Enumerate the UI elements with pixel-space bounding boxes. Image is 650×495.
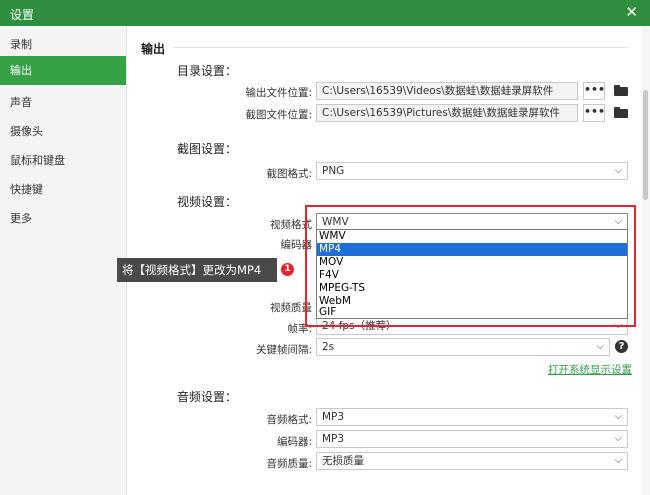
- chevron-down-icon: ⌵: [596, 341, 604, 352]
- sidebar-item-mouse-keyboard[interactable]: 鼠标和键盘: [0, 146, 126, 175]
- output-location-field[interactable]: C:\Users\16539\Videos\数据蛙\数据蛙录屏软件: [316, 82, 578, 100]
- chevron-down-icon: ⌵: [614, 320, 622, 331]
- screenshot-folder-icon[interactable]: [614, 107, 628, 118]
- sidebar: 录制 输出 声音 摄像头 鼠标和键盘 快捷键 更多: [0, 26, 127, 495]
- audio-format-select[interactable]: MP3 ⌵: [316, 408, 628, 426]
- screenshot-browse-button[interactable]: •••: [583, 104, 605, 122]
- scrollbar-thumb[interactable]: [643, 90, 648, 200]
- screenshot-location-field[interactable]: C:\Users\16539\Pictures\数据蛙\数据蛙录屏软件: [316, 104, 578, 122]
- keyframe-value: 2s: [322, 341, 335, 353]
- format-option-wmv[interactable]: WMV: [317, 230, 627, 243]
- sidebar-item-sound[interactable]: 声音: [0, 88, 126, 117]
- sidebar-item-output[interactable]: 输出: [0, 56, 126, 85]
- format-option-mov[interactable]: MOV: [317, 256, 627, 269]
- sidebar-item-record[interactable]: 录制: [0, 30, 126, 59]
- chevron-down-icon: ⌵: [614, 455, 622, 466]
- audio-format-value: MP3: [322, 411, 345, 423]
- keyframe-select[interactable]: 2s ⌵: [316, 338, 610, 356]
- video-quality-label: 视频质量: [270, 302, 312, 314]
- encoder-label: 编码器: [280, 239, 313, 251]
- audio-quality-select[interactable]: 无损质量 ⌵: [316, 452, 628, 470]
- format-option-gif[interactable]: GIF: [317, 306, 627, 319]
- vertical-scrollbar[interactable]: [641, 26, 650, 495]
- video-format-value: WMV: [322, 216, 349, 228]
- format-option-mp4[interactable]: MP4: [317, 243, 627, 256]
- window-title: 设置: [10, 8, 35, 22]
- video-format-label: 视频格式: [270, 219, 312, 231]
- chevron-down-icon: ⌵: [614, 433, 622, 444]
- format-option-f4v[interactable]: F4V: [317, 269, 627, 282]
- section-divider: [173, 47, 628, 48]
- screenshot-format-label: 截图格式:: [266, 168, 312, 180]
- output-location-label: 输出文件位置:: [245, 87, 312, 99]
- audio-encoder-value: MP3: [322, 433, 345, 445]
- fps-value: 24 fps（推荐）: [322, 320, 397, 332]
- sidebar-item-more[interactable]: 更多: [0, 204, 126, 233]
- audio-quality-value: 无损质量: [322, 455, 364, 467]
- output-folder-icon[interactable]: [614, 85, 628, 96]
- section-title: 输出: [141, 42, 166, 56]
- video-format-dropdown: WMV MP4 MOV F4V MPEG-TS WebM GIF: [316, 229, 628, 319]
- audio-encoder-select[interactable]: MP3 ⌵: [316, 430, 628, 448]
- fps-select[interactable]: 24 fps（推荐） ⌵: [316, 317, 628, 335]
- audio-format-label: 音频格式:: [266, 414, 312, 426]
- audio-heading: 音频设置：: [177, 390, 238, 404]
- open-display-settings-link[interactable]: 打开系统显示设置: [548, 362, 632, 377]
- help-icon[interactable]: ?: [615, 340, 628, 353]
- chevron-down-icon: ⌵: [614, 411, 622, 422]
- audio-encoder-label: 编码器:: [276, 436, 312, 448]
- chevron-down-icon: ⌵: [614, 216, 622, 227]
- video-heading: 视频设置：: [177, 195, 238, 209]
- close-icon[interactable]: ✕: [625, 3, 638, 21]
- screenshot-heading: 截图设置：: [177, 142, 238, 156]
- directory-heading: 目录设置：: [177, 64, 238, 78]
- fps-label: 帧率:: [287, 323, 312, 335]
- sidebar-item-camera[interactable]: 摄像头: [0, 117, 126, 146]
- screenshot-format-select[interactable]: PNG ⌵: [316, 162, 628, 180]
- instruction-tooltip: 将【视频格式】更改为MP4: [117, 258, 277, 282]
- step-badge: 1: [281, 263, 294, 276]
- output-browse-button[interactable]: •••: [583, 82, 605, 100]
- screenshot-location-label: 截图文件位置:: [245, 109, 312, 121]
- format-option-mpeg-ts[interactable]: MPEG-TS: [317, 282, 627, 295]
- sidebar-item-hotkeys[interactable]: 快捷键: [0, 175, 126, 204]
- audio-quality-label: 音频质量:: [266, 458, 312, 470]
- keyframe-label: 关键帧间隔:: [255, 344, 312, 356]
- screenshot-format-value: PNG: [322, 165, 345, 177]
- title-bar: 设置 ✕: [0, 0, 650, 26]
- chevron-down-icon: ⌵: [614, 165, 622, 176]
